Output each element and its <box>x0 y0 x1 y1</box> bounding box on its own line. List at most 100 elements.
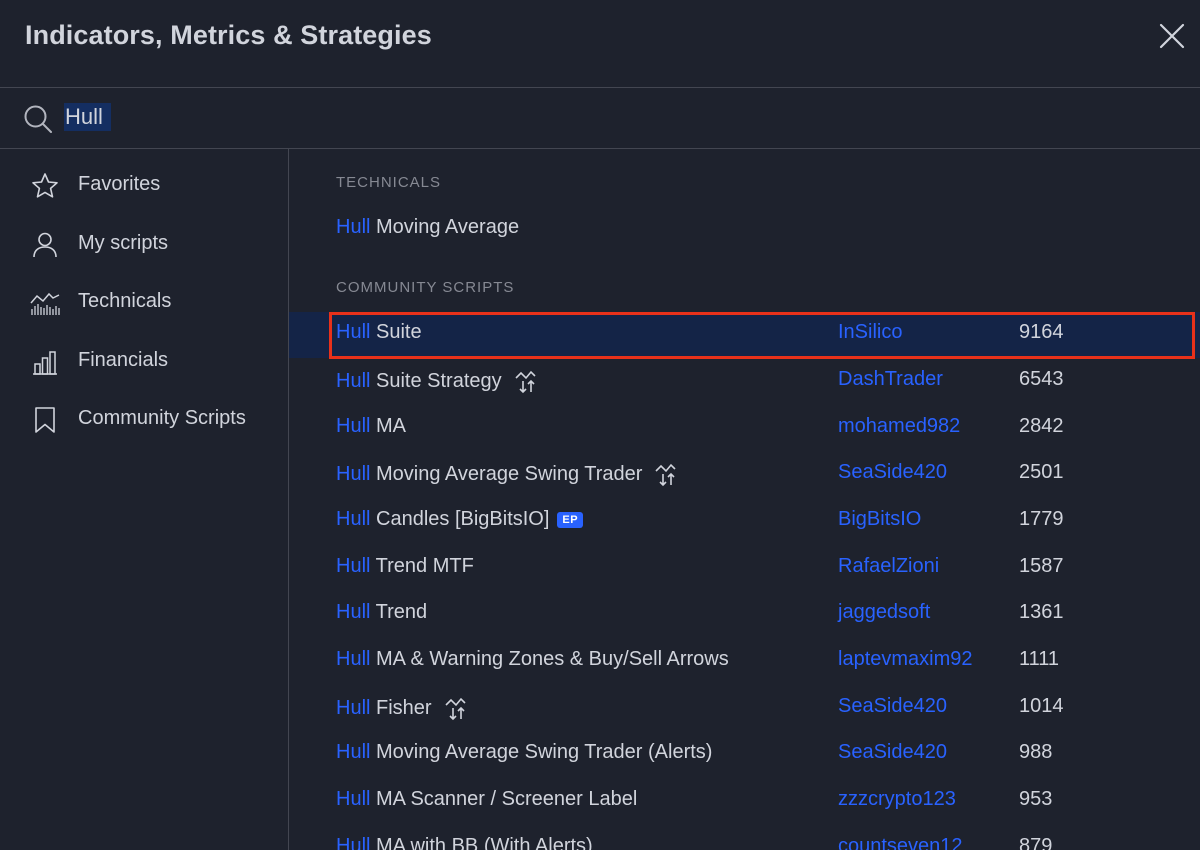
match-highlight: Hull <box>336 835 371 850</box>
name-rest: Trend <box>370 601 428 623</box>
user-icon <box>33 232 57 258</box>
likes-count: 1779 <box>1019 508 1064 530</box>
match-highlight: Hull <box>336 741 371 763</box>
name-rest: MA & Warning Zones & Buy/Sell Arrows <box>370 648 729 670</box>
sidebar-item-label: Favorites <box>78 173 161 195</box>
likes-count: 953 <box>1019 788 1053 810</box>
result-row[interactable]: Hull Moving Average Swing Trader SeaSide… <box>289 452 1200 498</box>
search-input[interactable]: Hull <box>64 103 111 131</box>
result-row[interactable]: Hull Fisher SeaSide420 1014 <box>289 686 1200 732</box>
close-icon[interactable] <box>1156 20 1188 52</box>
match-highlight: Hull <box>336 415 371 437</box>
bar-chart-icon <box>33 351 57 375</box>
results-panel: TECHNICALS Hull Moving Average COMMUNITY… <box>289 149 1200 850</box>
result-row[interactable]: Hull Candles [BigBitsIO] EP BigBitsIO 177… <box>289 499 1200 545</box>
author-link[interactable]: SeaSide420 <box>838 695 947 718</box>
likes-count: 2842 <box>1019 415 1064 437</box>
result-row[interactable]: Hull MA mohamed982 2842 <box>289 406 1200 452</box>
technicals-icon <box>30 292 60 315</box>
script-name: Hull Moving Average Swing Trader (Alerts… <box>336 741 712 764</box>
ep-badge: EP <box>557 511 584 528</box>
result-row[interactable]: Hull Trend MTF RafaelZioni 1587 <box>289 546 1200 592</box>
name-rest: Suite <box>370 321 422 343</box>
match-highlight: Hull <box>336 508 371 530</box>
match-highlight: Hull <box>336 648 371 670</box>
dialog-title: Indicators, Metrics & Strategies <box>25 20 432 50</box>
script-name: Hull MA & Warning Zones & Buy/Sell Arrow… <box>336 648 729 671</box>
match-highlight: Hull <box>336 555 371 577</box>
script-name: Hull Suite <box>336 321 422 344</box>
sidebar-item-technicals[interactable]: Technicals <box>0 278 288 328</box>
name-rest: MA <box>370 415 407 437</box>
likes-count: 6543 <box>1019 368 1064 390</box>
name-rest: MA with BB (With Alerts) <box>370 835 593 850</box>
likes-count: 2501 <box>1019 461 1064 483</box>
author-link[interactable]: jaggedsoft <box>838 601 930 624</box>
author-link[interactable]: RafaelZioni <box>838 555 939 578</box>
sidebar-item-label: My scripts <box>78 232 168 254</box>
category-sidebar: Favorites My scripts Technicals Financia… <box>0 149 289 850</box>
result-row[interactable]: Hull Moving Average <box>289 207 1200 253</box>
script-name: Hull Trend MTF <box>336 555 474 578</box>
author-link[interactable]: InSilico <box>838 321 902 344</box>
author-link[interactable]: laptevmaxim92 <box>838 648 973 671</box>
section-title-community: COMMUNITY SCRIPTS <box>336 279 515 296</box>
sidebar-item-label: Financials <box>78 349 169 371</box>
name-rest: Fisher <box>370 696 432 719</box>
result-row[interactable]: Hull MA & Warning Zones & Buy/Sell Arrow… <box>289 639 1200 685</box>
author-link[interactable]: mohamed982 <box>838 415 960 438</box>
name-rest: Moving Average <box>370 216 520 238</box>
likes-count: 879 <box>1019 835 1053 850</box>
name-rest: Candles [BigBitsIO] <box>370 508 550 530</box>
script-name: Hull Moving Average <box>336 216 519 239</box>
match-highlight: Hull <box>336 369 371 392</box>
likes-count: 1361 <box>1019 601 1064 623</box>
result-row[interactable]: Hull Suite Strategy DashTrader 6543 <box>289 359 1200 405</box>
script-name: Hull MA with BB (With Alerts) <box>336 835 593 850</box>
author-link[interactable]: BigBitsIO <box>838 508 921 531</box>
likes-count: 1587 <box>1019 555 1064 577</box>
result-row[interactable]: Hull MA Scanner / Screener Label zzzcryp… <box>289 779 1200 825</box>
sidebar-item-label: Technicals <box>78 290 172 312</box>
dialog-header: Indicators, Metrics & Strategies <box>0 0 1200 88</box>
result-row[interactable]: Hull MA with BB (With Alerts) countseven… <box>289 826 1200 850</box>
author-link[interactable]: DashTrader <box>838 368 943 391</box>
name-rest: Moving Average Swing Trader <box>370 462 643 485</box>
likes-count: 1111 <box>1019 648 1060 670</box>
sidebar-item-my-scripts[interactable]: My scripts <box>0 220 288 270</box>
strategy-icon <box>445 697 466 721</box>
sidebar-item-financials[interactable]: Financials <box>0 337 288 387</box>
name-rest: Suite Strategy <box>370 369 502 392</box>
match-highlight: Hull <box>336 788 371 810</box>
search-bar <box>0 88 1200 149</box>
search-icon <box>24 105 52 133</box>
script-name: Hull Candles [BigBitsIO] EP <box>336 508 584 531</box>
script-name: Hull MA Scanner / Screener Label <box>336 788 637 811</box>
star-icon <box>32 173 58 198</box>
author-link[interactable]: countseven12 <box>838 835 963 850</box>
script-name: Hull MA <box>336 415 406 438</box>
result-row[interactable]: Hull Trend jaggedsoft 1361 <box>289 592 1200 638</box>
match-highlight: Hull <box>336 696 371 719</box>
script-name: Hull Moving Average Swing Trader <box>336 461 680 487</box>
match-highlight: Hull <box>336 462 371 485</box>
sidebar-item-favorites[interactable]: Favorites <box>0 161 288 211</box>
name-rest: MA Scanner / Screener Label <box>370 788 638 810</box>
script-name: Hull Trend <box>336 601 427 624</box>
script-name: Hull Fisher <box>336 695 470 721</box>
result-row[interactable]: Hull Suite InSilico 9164 <box>289 312 1200 358</box>
sidebar-item-community-scripts[interactable]: Community Scripts <box>0 395 288 445</box>
likes-count: 1014 <box>1019 695 1064 717</box>
likes-count: 9164 <box>1019 321 1064 343</box>
match-highlight: Hull <box>336 216 371 238</box>
author-link[interactable]: SeaSide420 <box>838 741 947 764</box>
strategy-icon <box>655 463 677 487</box>
author-link[interactable]: zzzcrypto123 <box>838 788 956 811</box>
name-rest: Trend MTF <box>370 555 474 577</box>
author-link[interactable]: SeaSide420 <box>838 461 947 484</box>
section-title-technicals: TECHNICALS <box>336 174 442 191</box>
strategy-icon <box>515 370 536 394</box>
script-name: Hull Suite Strategy <box>336 368 540 394</box>
result-row[interactable]: Hull Moving Average Swing Trader (Alerts… <box>289 732 1200 778</box>
bookmark-icon <box>35 407 55 433</box>
